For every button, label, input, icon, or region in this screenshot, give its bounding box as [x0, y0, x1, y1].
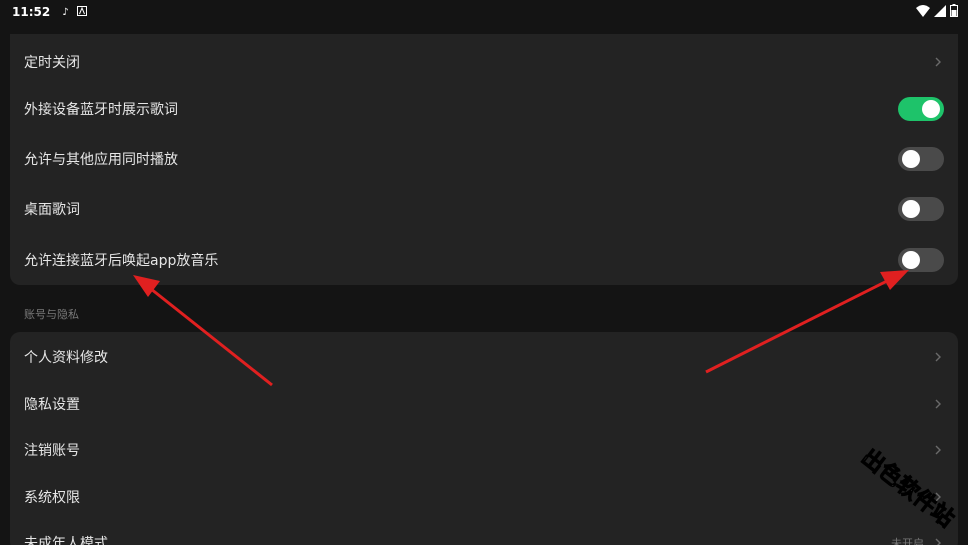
row-label: 允许连接蓝牙后唤起app放音乐	[24, 253, 219, 269]
row-label: 允许与其他应用同时播放	[24, 152, 178, 168]
account-privacy-card: 个人资料修改 隐私设置 注销账号 系统权限 未成年人模式 未开启	[10, 332, 958, 545]
settings-row-delete-account[interactable]: 注销账号	[10, 425, 958, 475]
chevron-right-icon	[935, 492, 941, 502]
toggle-knob	[902, 251, 920, 269]
row-label: 桌面歌词	[24, 202, 80, 218]
chevron-right-icon	[935, 538, 941, 545]
bluetooth-autoplay-toggle[interactable]	[898, 248, 944, 272]
settings-row-privacy[interactable]: 隐私设置	[10, 379, 958, 429]
music-icon: ♪	[62, 6, 69, 18]
status-time: 11:52	[12, 5, 51, 19]
settings-row-bluetooth-autoplay: 允许连接蓝牙后唤起app放音乐	[10, 235, 958, 285]
settings-row-timer[interactable]: 定时关闭	[10, 37, 958, 87]
settings-row-concurrent-play: 允许与其他应用同时播放	[10, 134, 958, 184]
toggle-knob	[902, 150, 920, 168]
row-label: 定时关闭	[24, 55, 80, 71]
settings-row-minor-mode[interactable]: 未成年人模式 未开启	[10, 518, 958, 545]
toggle-knob	[902, 200, 920, 218]
chevron-right-icon	[935, 352, 941, 362]
chevron-right-icon	[935, 57, 941, 67]
minor-mode-status: 未开启	[891, 537, 924, 545]
settings-row-bluetooth-lyrics: 外接设备蓝牙时展示歌词	[10, 84, 958, 134]
settings-row-desktop-lyrics: 桌面歌词	[10, 184, 958, 234]
settings-row-system-permissions[interactable]: 系统权限	[10, 472, 958, 522]
row-label: 注销账号	[24, 443, 80, 459]
a-icon	[76, 5, 87, 19]
row-label: 系统权限	[24, 490, 80, 506]
chevron-right-icon	[935, 445, 941, 455]
status-bar: 11:52 ♪	[0, 0, 968, 24]
toggle-knob	[922, 100, 940, 118]
concurrent-play-toggle[interactable]	[898, 147, 944, 171]
playback-settings-card: 定时关闭 外接设备蓝牙时展示歌词 允许与其他应用同时播放 桌面歌词 允许连接蓝牙…	[10, 34, 958, 285]
battery-icon	[950, 4, 958, 20]
settings-row-profile-edit[interactable]: 个人资料修改	[10, 332, 958, 382]
row-label: 个人资料修改	[24, 350, 108, 366]
row-label: 隐私设置	[24, 397, 80, 413]
row-label: 外接设备蓝牙时展示歌词	[24, 102, 178, 118]
row-label: 未成年人模式	[24, 536, 108, 545]
desktop-lyrics-toggle[interactable]	[898, 197, 944, 221]
wifi-icon	[916, 4, 930, 20]
chevron-right-icon	[935, 399, 941, 409]
section-header-account-privacy: 账号与隐私	[24, 308, 79, 321]
bluetooth-lyrics-toggle[interactable]	[898, 97, 944, 121]
signal-icon	[934, 4, 946, 20]
